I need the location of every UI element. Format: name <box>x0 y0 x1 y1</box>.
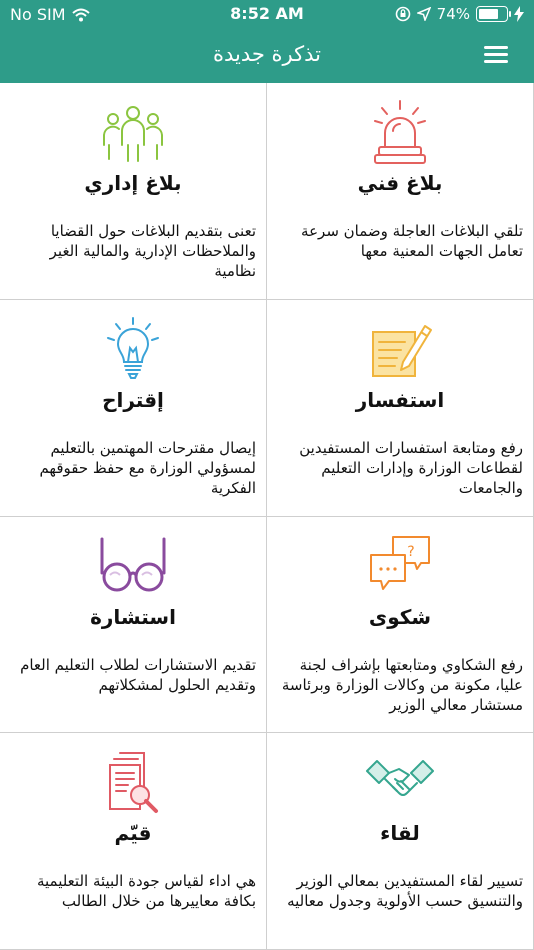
status-bar: No SIM 8:52 AM 74% <box>0 0 534 30</box>
status-right: 74% <box>395 5 524 23</box>
ticket-type-grid: بلاغ فني تلقي البلاغات العاجلة وضمان سرع… <box>0 83 534 950</box>
card-suggestion[interactable]: إقتراح إيصال مقترحات المهتمين بالتعليم ل… <box>0 299 267 517</box>
card-administrative-report[interactable]: بلاغ إداري تعنى بتقديم البلاغات حول القض… <box>0 83 267 300</box>
card-description: رفع ومتابعة استفسارات المستفيدين لقطاعات… <box>299 438 523 497</box>
card-title: بلاغ إداري <box>84 171 182 195</box>
card-description: تعنى بتقديم البلاغات حول القضايا والملاح… <box>49 222 256 280</box>
battery-icon <box>476 6 511 22</box>
alarm-light-icon <box>267 99 533 165</box>
location-arrow-icon <box>416 7 431 21</box>
card-description: هي اداء لقياس جودة البيئة التعليمية بكاف… <box>36 872 256 911</box>
chat-bubbles-icon: ? <box>267 533 533 599</box>
card-description: إيصال مقترحات المهتمين بالتعليم لمسؤولي … <box>39 438 256 497</box>
battery-percent: 74% <box>436 5 470 23</box>
card-consultation[interactable]: استشارة تقديم الاستشارات لطلاب التعليم ا… <box>0 516 267 734</box>
card-title: استشارة <box>90 604 176 629</box>
rotation-lock-icon <box>395 6 410 22</box>
card-technical-report[interactable]: بلاغ فني تلقي البلاغات العاجلة وضمان سرع… <box>267 83 534 300</box>
card-title: إقتراح <box>102 387 164 412</box>
handshake-icon <box>267 749 533 815</box>
card-description: تلقي البلاغات العاجلة وضمان سرعة تعامل ا… <box>301 222 523 260</box>
nav-bar: تذكرة جديدة <box>0 30 534 83</box>
card-title: شكوى <box>368 604 432 629</box>
card-evaluate[interactable]: قيّم هي اداء لقياس جودة البيئة التعليمية… <box>0 733 267 950</box>
document-magnifier-icon <box>0 749 266 815</box>
card-meeting[interactable]: لقاء تسيير لقاء المستفيدين بمعالي الوزير… <box>267 733 534 950</box>
card-title: استفسار <box>355 387 445 412</box>
svg-text:?: ? <box>407 544 414 560</box>
card-title: قيّم <box>114 821 152 846</box>
card-title: بلاغ فني <box>357 171 443 195</box>
card-description: تقديم الاستشارات لطلاب التعليم العام وتق… <box>20 655 256 694</box>
note-pencil-icon <box>267 316 533 382</box>
card-complaint[interactable]: ? شكوى رفع الشكاوي ومتابعتها بإشراف لجنة… <box>267 516 534 734</box>
card-description: رفع الشكاوي ومتابعتها بإشراف لجنة عليا، … <box>281 655 523 714</box>
card-description: تسيير لقاء المستفيدين بمعالي الوزير والت… <box>287 872 523 911</box>
glasses-icon <box>0 533 266 599</box>
page-title: تذكرة جديدة <box>212 42 321 66</box>
card-title: لقاء <box>380 821 420 846</box>
hamburger-menu-icon[interactable] <box>484 46 508 66</box>
charging-bolt-icon <box>514 6 524 22</box>
lightbulb-icon <box>0 316 266 382</box>
people-group-icon <box>0 99 266 165</box>
card-inquiry[interactable]: استفسار رفع ومتابعة استفسارات المستفيدين… <box>267 299 534 517</box>
